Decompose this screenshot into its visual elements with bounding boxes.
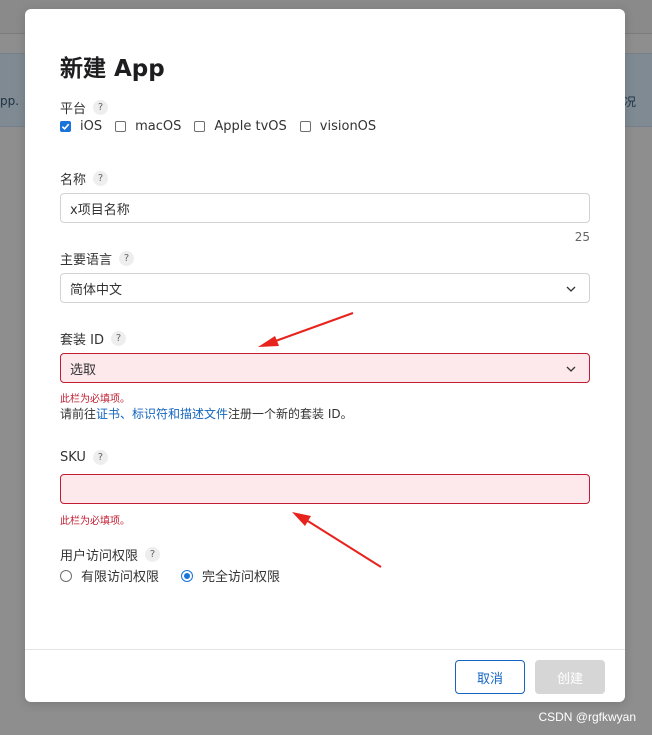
bundle-id-note-suffix: 注册一个新的套装 ID。: [228, 407, 353, 421]
sku-label: SKU ?: [60, 450, 108, 465]
name-label-text: 名称: [60, 173, 87, 188]
platform-option-label: visionOS: [319, 119, 377, 134]
platform-option-visionos[interactable]: visionOS: [299, 119, 377, 134]
background-banner-text-left: pp.: [0, 94, 20, 108]
background-banner-text-right: 况: [624, 95, 637, 109]
user-access-option-label: 完全访问权限: [202, 570, 281, 585]
sku-label-text: SKU: [60, 450, 86, 465]
new-app-dialog: 新建 App 平台 ? iOS macOS Apple tvOS visionO…: [25, 9, 625, 702]
bundle-id-note: 请前往证书、标识符和描述文件注册一个新的套装 ID。: [60, 405, 353, 422]
radio-selected-icon[interactable]: [181, 569, 194, 582]
checkbox-icon[interactable]: [115, 121, 127, 132]
user-access-option-limited[interactable]: 有限访问权限: [60, 566, 159, 585]
name-help-icon[interactable]: ?: [93, 171, 109, 186]
user-access-radio-group: 有限访问权限 完全访问权限: [60, 566, 302, 585]
language-help-icon[interactable]: ?: [119, 251, 135, 266]
cancel-button[interactable]: 取消: [455, 660, 525, 694]
create-button[interactable]: 创建: [535, 660, 605, 694]
bundle-id-label: 套装 ID ?: [60, 329, 126, 348]
platform-option-label: macOS: [135, 119, 182, 134]
bundle-id-select[interactable]: 选取: [60, 353, 590, 383]
name-input-value: x项目名称: [70, 202, 130, 218]
sku-help-icon[interactable]: ?: [92, 450, 108, 465]
chevron-down-icon: [566, 366, 576, 372]
user-access-option-full[interactable]: 完全访问权限: [181, 566, 280, 585]
watermark: CSDN @rgfkwyan: [538, 710, 636, 724]
dialog-title: 新建 App: [60, 56, 165, 82]
platform-option-ios[interactable]: iOS: [60, 119, 102, 134]
certificates-identifiers-link[interactable]: 证书、标识符和描述文件: [96, 407, 228, 421]
platform-help-icon[interactable]: ?: [93, 100, 109, 115]
bundle-id-error-message: 此栏为必填项。: [60, 394, 130, 405]
bundle-id-label-text: 套装 ID: [60, 333, 104, 348]
language-label-text: 主要语言: [60, 253, 113, 268]
language-select[interactable]: 简体中文: [60, 273, 590, 303]
user-access-option-label: 有限访问权限: [81, 570, 160, 585]
platform-label: 平台 ?: [60, 98, 109, 117]
platform-option-label: iOS: [80, 119, 103, 134]
checkbox-icon[interactable]: [299, 121, 311, 132]
platform-option-label: Apple tvOS: [214, 119, 287, 134]
footer-divider: [25, 649, 625, 650]
language-label: 主要语言 ?: [60, 249, 135, 268]
platform-label-text: 平台: [60, 102, 87, 117]
user-access-label: 用户访问权限 ?: [60, 545, 161, 564]
name-input[interactable]: x项目名称: [60, 193, 590, 223]
platform-option-tvos[interactable]: Apple tvOS: [194, 119, 287, 134]
user-access-label-text: 用户访问权限: [60, 549, 139, 564]
bundle-id-select-value: 选取: [70, 362, 97, 378]
checkbox-icon[interactable]: [194, 121, 206, 132]
bundle-id-note-prefix: 请前往: [60, 407, 97, 421]
platform-checkbox-group: iOS macOS Apple tvOS visionOS: [60, 119, 389, 134]
sku-error-message: 此栏为必填项。: [60, 516, 130, 527]
chevron-down-icon: [566, 286, 576, 292]
sku-input[interactable]: [60, 474, 590, 504]
radio-icon[interactable]: [60, 569, 72, 582]
checkbox-checked-icon[interactable]: [60, 121, 71, 132]
name-char-counter: 25: [574, 230, 590, 244]
name-label: 名称 ?: [60, 169, 109, 188]
bundle-id-help-icon[interactable]: ?: [110, 331, 126, 346]
language-select-value: 简体中文: [70, 282, 123, 298]
user-access-help-icon[interactable]: ?: [145, 547, 161, 562]
platform-option-macos[interactable]: macOS: [115, 119, 181, 134]
